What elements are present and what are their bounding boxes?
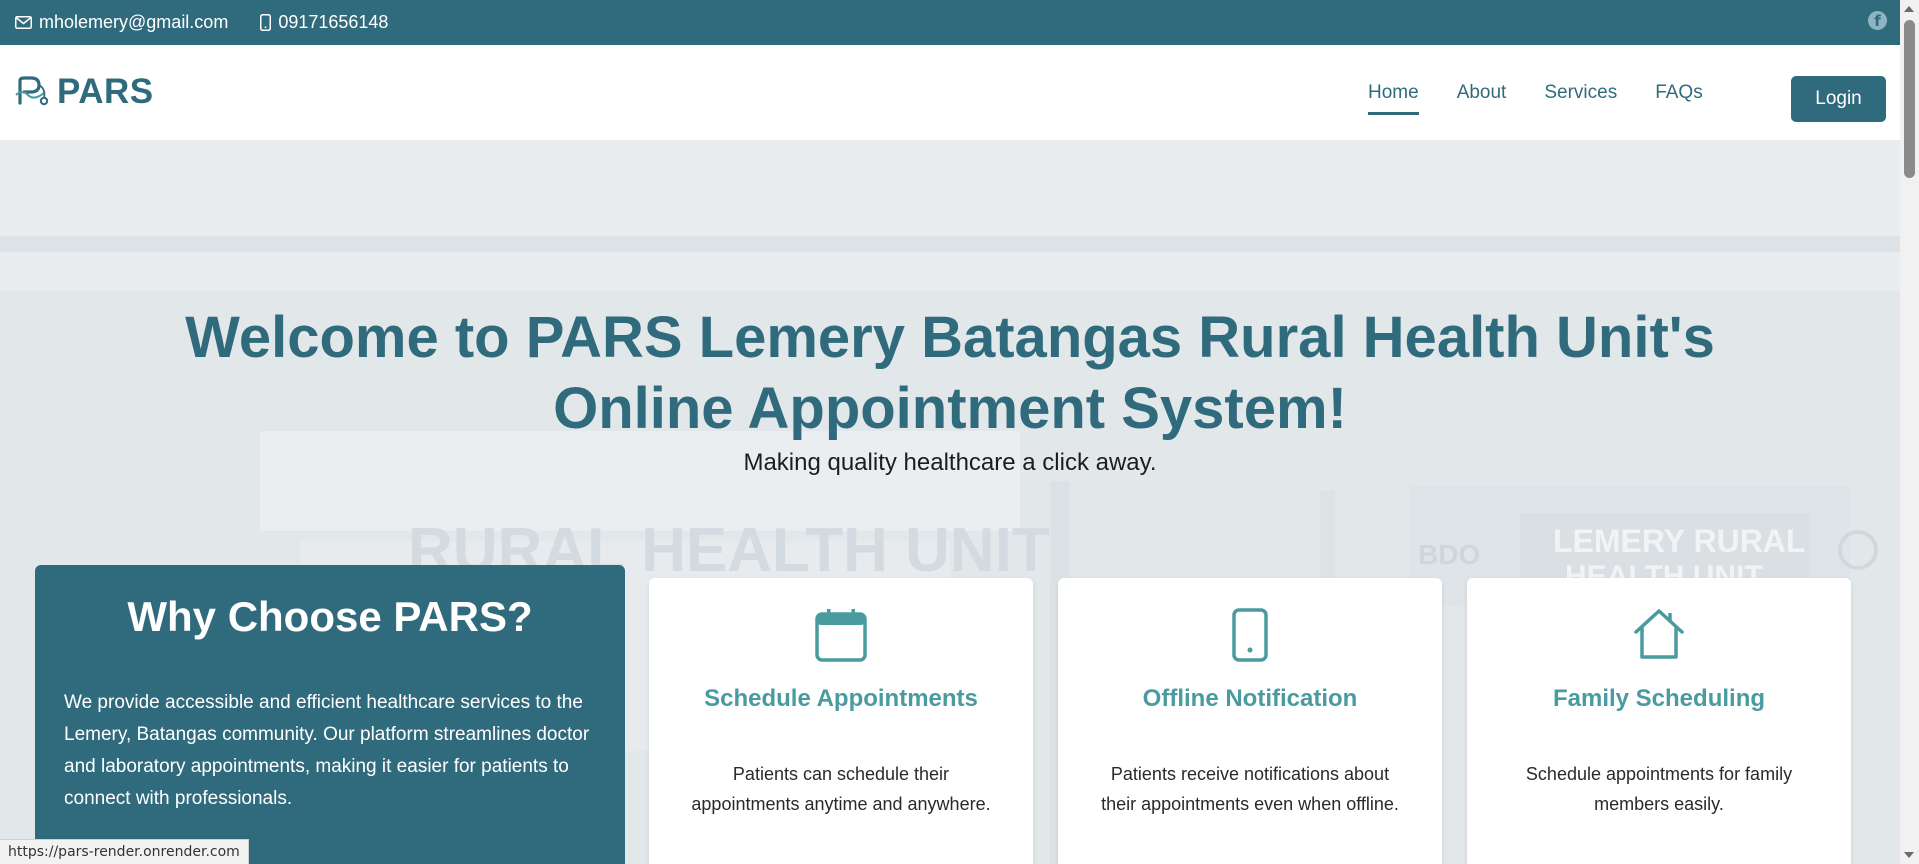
hero-title-line2: Online Appointment System! [553, 376, 1347, 441]
scroll-up-arrow-icon[interactable] [1904, 6, 1914, 12]
feature-title-family: Family Scheduling [1552, 685, 1766, 712]
brand-name: PARS [57, 72, 154, 111]
phone-icon [260, 14, 272, 31]
calendar-icon [815, 609, 867, 662]
nav-about[interactable]: About [1457, 45, 1507, 115]
scroll-thumb[interactable] [1904, 20, 1915, 178]
feature-card-family: Family Scheduling Schedule appointments … [1467, 578, 1851, 864]
page-scrollbar[interactable] [1900, 0, 1919, 864]
nav-home[interactable]: Home [1368, 45, 1419, 115]
hero-title-line1: Welcome to PARS Lemery Batangas Rural He… [185, 305, 1715, 370]
feature-card-notification: Offline Notification Patients receive no… [1058, 578, 1442, 864]
why-choose-title: Why Choose PARS? [127, 593, 533, 640]
email-text: mholemery@gmail.com [39, 12, 229, 32]
status-bar-url: https://pars-render.onrender.com [0, 839, 249, 864]
login-button[interactable]: Login [1791, 76, 1886, 122]
bg-sign-right-line1: LEMERY RURAL [1553, 523, 1805, 559]
nav-faqs[interactable]: FAQs [1655, 45, 1703, 115]
main-navbar: PARS Home About Services FAQs Login [0, 45, 1900, 141]
phone-contact[interactable]: 09171656148 [260, 12, 388, 33]
why-choose-text: We provide accessible and efficient heal… [64, 692, 590, 809]
feature-title-schedule: Schedule Appointments [704, 685, 978, 712]
phone-text: 09171656148 [278, 12, 389, 32]
bg-bdo: BDO [1418, 539, 1480, 570]
feature-desc-notification: Patients receive notifications about the… [1101, 764, 1399, 814]
feature-title-notification: Offline Notification [1142, 685, 1358, 712]
hero-subtitle: Making quality healthcare a click away. [743, 449, 1157, 476]
brand-logo-link[interactable]: PARS [14, 72, 154, 112]
pars-logo-icon [15, 76, 49, 106]
house-icon [1634, 609, 1684, 659]
feature-card-schedule: Schedule Appointments Patients can sched… [649, 578, 1033, 864]
nav-links: Home About Services FAQs [1368, 45, 1741, 141]
top-contact-bar: mholemery@gmail.com 09171656148 f [0, 0, 1900, 45]
hero-title: Welcome to PARS Lemery Batangas Rural He… [0, 302, 1900, 444]
feature-desc-family: Schedule appointments for family members… [1525, 764, 1793, 814]
envelope-icon [15, 16, 32, 29]
scroll-down-arrow-icon[interactable] [1904, 852, 1914, 858]
facebook-icon[interactable]: f [1868, 11, 1887, 30]
feature-desc-schedule: Patients can schedule their appointments… [691, 764, 991, 814]
hero-section: RURAL HEALTH UNIT BDO LEMERY RURAL HEALT… [0, 141, 1900, 864]
email-contact[interactable]: mholemery@gmail.com [15, 12, 228, 33]
mobile-phone-icon [1232, 608, 1268, 662]
nav-services[interactable]: Services [1544, 45, 1617, 115]
why-choose-card: Why Choose PARS? We provide accessible a… [35, 565, 625, 864]
